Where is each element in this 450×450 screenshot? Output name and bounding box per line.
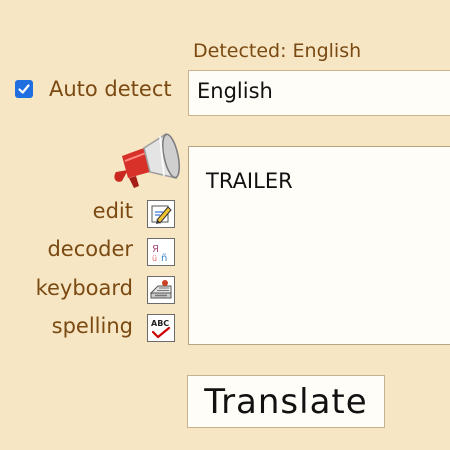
auto-detect-label[interactable]: Auto detect: [49, 77, 172, 101]
decoder-label[interactable]: decoder: [47, 237, 133, 261]
auto-detect-checkbox[interactable]: [15, 80, 33, 98]
svg-text:ü: ü: [152, 254, 157, 263]
decoder-icon[interactable]: Я ñ ü: [147, 238, 175, 266]
svg-text:ñ: ñ: [161, 253, 167, 264]
check-icon: [18, 84, 30, 94]
source-text-value: TRAILER: [206, 169, 293, 193]
edit-icon[interactable]: [147, 200, 175, 228]
keyboard-icon[interactable]: [147, 276, 175, 304]
edit-label[interactable]: edit: [93, 199, 133, 223]
source-language-value: English: [197, 79, 273, 103]
spelling-label[interactable]: spelling: [52, 314, 133, 338]
svg-text:ABC: ABC: [151, 319, 169, 328]
spelling-icon[interactable]: ABC: [147, 314, 175, 342]
megaphone-icon[interactable]: [106, 126, 186, 190]
detected-language-label: Detected: English: [193, 40, 362, 62]
keyboard-label[interactable]: keyboard: [36, 276, 133, 300]
translate-button[interactable]: Translate: [187, 375, 385, 428]
